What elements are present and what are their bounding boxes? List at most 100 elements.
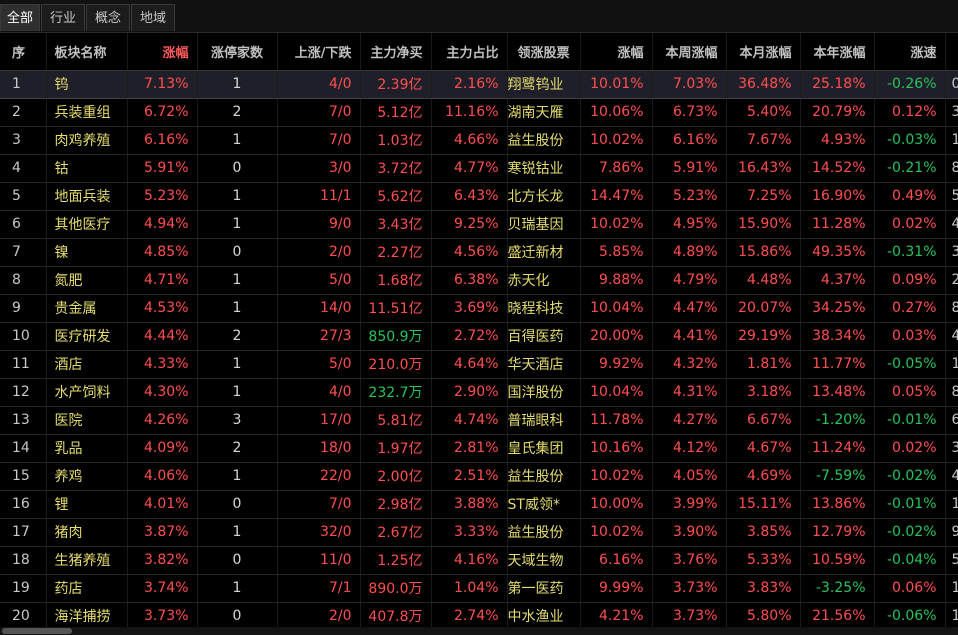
table-row[interactable]: 2 兵装重组 6.72% 2 7/0 5.12亿 11.16% 湖南天雁 10.06% 6.73%…: [0, 98, 958, 127]
main-net-buy: 2.39亿: [360, 70, 432, 99]
lead-stock-change: 9.99%: [580, 574, 653, 603]
table-row[interactable]: 7 镍 4.85% 0 2/0 2.27亿 4.56% 盛迁新材 5.85% 4.89% 15.86…: [0, 238, 958, 267]
week-change: 3.76%: [652, 546, 727, 575]
table-row[interactable]: 8 氮肥 4.71% 1 5/0 1.68亿 6.38% 赤天化 9.88% 4.79% 4.48%…: [0, 266, 958, 295]
scrollbar-thumb[interactable]: [2, 628, 72, 634]
speed: -0.26%: [874, 70, 946, 99]
table-row[interactable]: 13 医院 4.26% 3 17/0 5.81亿 4.74% 普瑞眼科 11.78% 4.27% 6…: [0, 406, 958, 435]
table-row[interactable]: 18 生猪养殖 3.82% 0 11/0 1.25亿 4.16% 天域生物 6.16% 3.76%…: [0, 546, 958, 575]
col-header-up-down[interactable]: 上涨/下跌: [277, 33, 361, 71]
main-ratio: 4.56%: [431, 238, 508, 267]
lead-stock: 益生股份: [507, 126, 581, 155]
sector-change: 4.33%: [127, 350, 198, 379]
row-index: 12: [0, 378, 47, 407]
table-row[interactable]: 6 其他医疗 4.94% 1 9/0 3.43亿 9.25% 贝瑞基因 10.02% 4.95% 1…: [0, 210, 958, 239]
main-net-buy: 1.03亿: [360, 126, 432, 155]
table-row[interactable]: 5 地面兵装 5.23% 1 11/1 5.62亿 6.43% 北方长龙 14.47% 5.23%…: [0, 182, 958, 211]
col-header-limit-up-count[interactable]: 涨停家数: [197, 33, 278, 71]
month-change: 36.48%: [726, 70, 801, 99]
speed: -0.04%: [874, 546, 946, 575]
lead-stock-change: 9.88%: [580, 266, 653, 295]
truncated-extra-column: 21: [945, 266, 958, 295]
table-row[interactable]: 1 钨 7.13% 1 4/0 2.39亿 2.16% 翔鹭钨业 10.01% 7.03% 36.4…: [0, 70, 958, 99]
week-change: 6.16%: [652, 126, 727, 155]
horizontal-scrollbar[interactable]: [0, 627, 958, 635]
sector-name: 其他医疗: [46, 210, 128, 239]
col-header-sector-name[interactable]: 板块名称: [46, 33, 128, 71]
col-header-index[interactable]: 序: [0, 33, 47, 71]
month-change: 15.86%: [726, 238, 801, 267]
table-row[interactable]: 3 肉鸡养殖 6.16% 1 7/0 1.03亿 4.66% 益生股份 10.02% 6.16% 7…: [0, 126, 958, 155]
year-change: 12.79%: [800, 518, 875, 547]
lead-stock-change: 10.02%: [580, 210, 653, 239]
col-header-lead-stock[interactable]: 领涨股票: [507, 33, 581, 71]
truncated-extra-column: 19: [945, 602, 958, 631]
col-header-year-change[interactable]: 本年涨幅: [800, 33, 875, 71]
truncated-extra-column: 86: [945, 154, 958, 183]
table-row[interactable]: 15 养鸡 4.06% 1 22/0 2.00亿 2.51% 益生股份 10.02% 4.05% 4…: [0, 462, 958, 491]
speed: 0.05%: [874, 378, 946, 407]
sector-name: 镍: [46, 238, 128, 267]
truncated-extra-column: 06: [945, 70, 958, 99]
table-row[interactable]: 16 锂 4.01% 0 7/0 2.98亿 3.88% *ST威领 10.00% 3.99% 15…: [0, 490, 958, 519]
month-change: 15.11%: [726, 490, 801, 519]
sector-change: 6.72%: [127, 98, 198, 127]
tab-all[interactable]: 全部: [0, 4, 40, 31]
sector-change: 4.01%: [127, 490, 198, 519]
main-ratio: 4.16%: [431, 546, 508, 575]
col-header-main-ratio[interactable]: 主力占比: [431, 33, 508, 71]
table-row[interactable]: 20 海洋捕捞 3.73% 0 2/0 407.8万 2.74% 中水渔业 4.21% 3.73%…: [0, 602, 958, 631]
lead-stock: 天域生物: [507, 546, 581, 575]
col-header-month-change[interactable]: 本月涨幅: [726, 33, 801, 71]
tab-concept[interactable]: 概念: [86, 4, 130, 31]
sector-name: 养鸡: [46, 462, 128, 491]
week-change: 4.31%: [652, 378, 727, 407]
table-header-row: 序 板块名称 涨幅 涨停家数 上涨/下跌 主力净买 主力占比 领涨股票 涨幅 本…: [0, 33, 958, 71]
lead-stock: 翔鹭钨业: [507, 70, 581, 99]
speed: -0.02%: [874, 462, 946, 491]
sector-name: 钨: [46, 70, 128, 99]
lead-stock-change: 9.92%: [580, 350, 653, 379]
table-row[interactable]: 9 贵金属 4.53% 1 14/0 11.51亿 3.69% 晓程科技 10.04% 4.47%…: [0, 294, 958, 323]
main-net-buy: 210.0万: [360, 350, 432, 379]
week-change: 4.27%: [652, 406, 727, 435]
up-down-count: 2/0: [277, 238, 361, 267]
table-row[interactable]: 19 药店 3.74% 1 7/1 890.0万 1.04% 第一医药 9.99% 3.73% 3.…: [0, 574, 958, 603]
tab-industry[interactable]: 行业: [41, 4, 85, 31]
table-row[interactable]: 10 医疗研发 4.44% 2 27/3 850.9万 2.72% 百得医药 20.00% 4.4…: [0, 322, 958, 351]
lead-stock: 晓程科技: [507, 294, 581, 323]
table-row[interactable]: 17 猪肉 3.87% 1 32/0 2.67亿 3.33% 益生股份 10.02% 3.90% 3…: [0, 518, 958, 547]
row-index: 4: [0, 154, 47, 183]
lead-stock: 中水渔业: [507, 602, 581, 631]
col-header-main-net-buy[interactable]: 主力净买: [360, 33, 432, 71]
sector-change: 4.71%: [127, 266, 198, 295]
col-header-speed[interactable]: 涨速: [874, 33, 946, 71]
year-change: 21.56%: [800, 602, 875, 631]
tab-region[interactable]: 地域: [131, 4, 175, 31]
col-header-week-change[interactable]: 本周涨幅: [652, 33, 727, 71]
lead-stock-change: 5.85%: [580, 238, 653, 267]
month-change: 16.43%: [726, 154, 801, 183]
table-row[interactable]: 11 酒店 4.33% 1 5/0 210.0万 4.64% 华天酒店 9.92% 4.32% 1.…: [0, 350, 958, 379]
main-ratio: 4.64%: [431, 350, 508, 379]
month-change: 29.19%: [726, 322, 801, 351]
sector-change: 5.91%: [127, 154, 198, 183]
main-net-buy: 5.62亿: [360, 182, 432, 211]
sector-change: 4.44%: [127, 322, 198, 351]
year-change: 11.28%: [800, 210, 875, 239]
col-header-lead-change[interactable]: 涨幅: [580, 33, 653, 71]
week-change: 5.91%: [652, 154, 727, 183]
col-header-change-sorted[interactable]: 涨幅: [127, 33, 198, 71]
category-tab-bar: 全部 行业 概念 地域: [0, 0, 958, 33]
main-net-buy: 1.25亿: [360, 546, 432, 575]
year-change: 10.59%: [800, 546, 875, 575]
limit-up-count: 3: [197, 406, 278, 435]
speed: 0.02%: [874, 434, 946, 463]
truncated-extra-column: 31: [945, 238, 958, 267]
table-row[interactable]: 12 水产饲料 4.30% 1 4/0 232.7万 2.90% 国洋股份 10.04% 4.31…: [0, 378, 958, 407]
main-net-buy: 2.98亿: [360, 490, 432, 519]
table-row[interactable]: 4 钴 5.91% 0 3/0 3.72亿 4.77% 寒锐钴业 7.86% 5.91% 16.43…: [0, 154, 958, 183]
truncated-extra-column: 17: [945, 490, 958, 519]
sector-name: 兵装重组: [46, 98, 128, 127]
table-row[interactable]: 14 乳品 4.09% 2 18/0 1.97亿 2.81% 皇氏集团 10.16% 4.12% 4…: [0, 434, 958, 463]
